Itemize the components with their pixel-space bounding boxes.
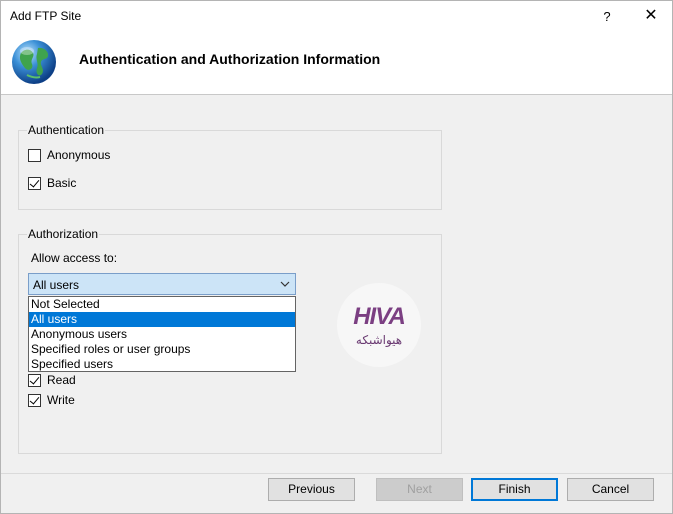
- wizard-header: Authentication and Authorization Informa…: [1, 32, 672, 95]
- finish-button[interactable]: Finish: [471, 478, 558, 501]
- allow-access-label: Allow access to:: [31, 251, 118, 265]
- close-button[interactable]: ✕: [641, 6, 661, 26]
- authentication-group-label: Authentication: [27, 123, 106, 137]
- allow-access-selected-value: All users: [33, 278, 80, 292]
- watermark-logo: HIVA هیواشبکه: [337, 283, 421, 367]
- basic-checkbox-row[interactable]: Basic: [28, 175, 76, 191]
- authorization-group-label: Authorization: [27, 227, 100, 241]
- anonymous-checkbox[interactable]: [28, 148, 41, 162]
- previous-button[interactable]: Previous: [268, 478, 355, 501]
- write-checkbox[interactable]: [28, 393, 41, 407]
- option-specified-roles[interactable]: Specified roles or user groups: [29, 342, 295, 357]
- watermark-latin-text: HIVA: [353, 303, 406, 330]
- cancel-button[interactable]: Cancel: [567, 478, 654, 501]
- write-label: Write: [47, 393, 75, 407]
- allow-access-dropdown[interactable]: All users: [28, 273, 296, 295]
- option-specified-users[interactable]: Specified users: [29, 357, 295, 372]
- basic-label: Basic: [47, 176, 77, 190]
- read-label: Read: [47, 373, 76, 387]
- next-button[interactable]: Next: [376, 478, 463, 501]
- page-title: Authentication and Authorization Informa…: [79, 51, 381, 67]
- allow-access-options-list: Not Selected All users Anonymous users S…: [28, 296, 296, 372]
- basic-checkbox[interactable]: [28, 176, 41, 190]
- add-ftp-site-dialog: Add FTP Site ? ✕ Authentication and Auth…: [0, 0, 673, 514]
- help-button[interactable]: ?: [597, 7, 617, 27]
- option-not-selected[interactable]: Not Selected: [29, 297, 295, 312]
- write-checkbox-row[interactable]: Write: [28, 392, 75, 408]
- option-all-users[interactable]: All users: [29, 312, 295, 327]
- chevron-down-icon[interactable]: [279, 275, 291, 293]
- authentication-group: Authentication: [18, 123, 442, 210]
- anonymous-checkbox-row[interactable]: Anonymous: [28, 147, 110, 163]
- read-checkbox[interactable]: [28, 373, 41, 387]
- anonymous-label: Anonymous: [47, 148, 111, 162]
- globe-icon: [12, 40, 56, 84]
- watermark-persian-text: هیواشبکه: [355, 333, 403, 347]
- window-title: Add FTP Site: [10, 9, 82, 23]
- title-bar: Add FTP Site ? ✕: [1, 1, 672, 32]
- read-checkbox-row[interactable]: Read: [28, 372, 76, 388]
- option-anonymous-users[interactable]: Anonymous users: [29, 327, 295, 342]
- footer-divider: [1, 473, 672, 474]
